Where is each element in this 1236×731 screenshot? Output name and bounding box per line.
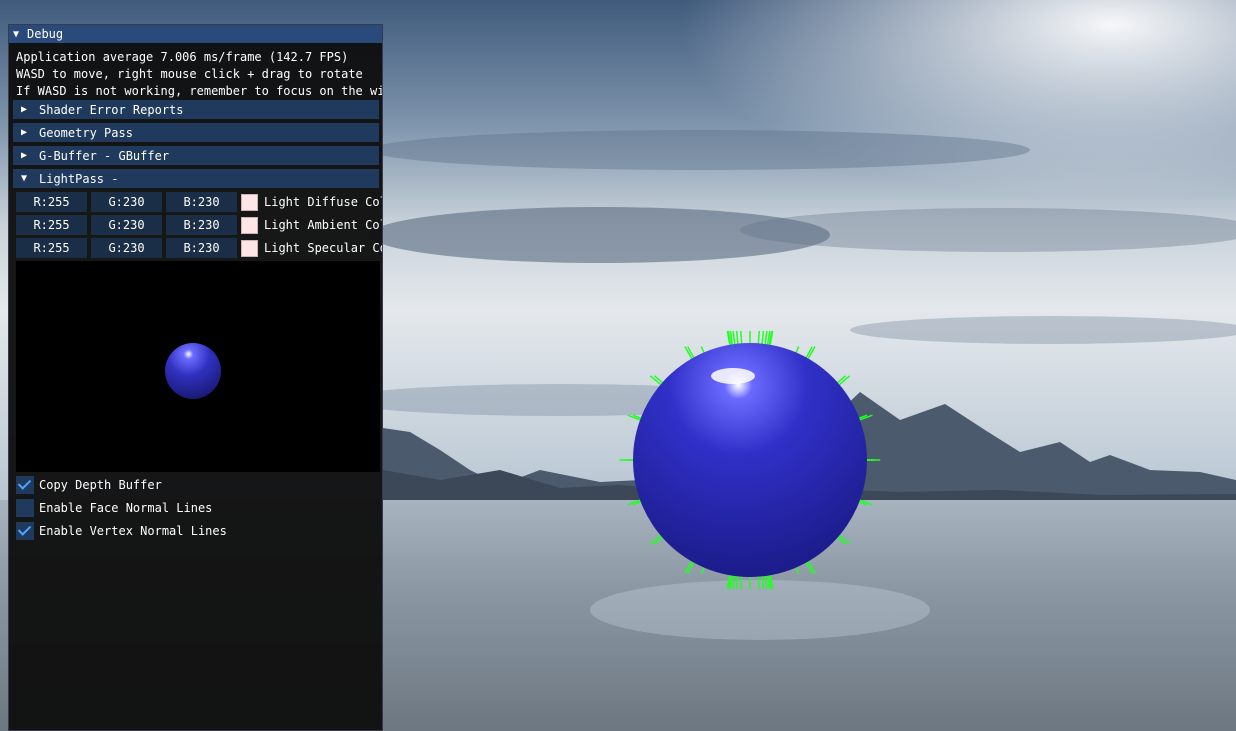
checkbox-box[interactable] <box>16 499 34 517</box>
copy-depth-buffer-checkbox[interactable]: Copy Depth Buffer <box>16 475 382 495</box>
light-ambient-color-row: R:255 G:230 B:230 Light Ambient Color <box>16 215 382 235</box>
focus-hint-text: If WASD is not working, remember to focu… <box>16 84 382 98</box>
light-specular-color-row: R:255 G:230 B:230 Light Specular Color <box>16 238 382 258</box>
checkmark-icon[interactable] <box>16 476 34 494</box>
collapse-arrow-icon[interactable]: ▼ <box>13 29 27 40</box>
color-swatch[interactable] <box>241 193 258 211</box>
header-shader-error-reports[interactable]: ▶ Shader Error Reports <box>13 100 379 119</box>
color-swatch[interactable] <box>241 216 258 234</box>
enable-vertex-normal-lines-checkbox[interactable]: Enable Vertex Normal Lines <box>16 521 382 541</box>
color-label: Light Ambient Color <box>264 218 382 232</box>
red-channel-field[interactable]: R:255 <box>16 215 87 235</box>
expand-arrow-icon: ▶ <box>21 104 28 115</box>
header-geometry-pass[interactable]: ▶ Geometry Pass <box>13 123 379 142</box>
checkbox-label: Copy Depth Buffer <box>39 478 162 492</box>
red-channel-field[interactable]: R:255 <box>16 238 87 258</box>
green-channel-field[interactable]: G:230 <box>91 215 162 235</box>
enable-face-normal-lines-checkbox[interactable]: Enable Face Normal Lines <box>16 498 382 518</box>
window-title: Debug <box>27 27 64 41</box>
header-lightpass[interactable]: ▼ LightPass - <box>13 169 379 188</box>
color-label: Light Specular Color <box>264 241 382 255</box>
debug-window[interactable]: ▼ Debug Application average 7.006 ms/fra… <box>8 24 383 731</box>
blue-channel-field[interactable]: B:230 <box>166 192 237 212</box>
debug-title-bar[interactable]: ▼ Debug <box>9 25 382 43</box>
controls-text: WASD to move, right mouse click + drag t… <box>16 67 363 81</box>
blue-channel-field[interactable]: B:230 <box>166 238 237 258</box>
collapse-arrow-icon: ▼ <box>21 173 28 184</box>
lightpass-preview-image <box>16 261 380 472</box>
blue-channel-field[interactable]: B:230 <box>166 215 237 235</box>
color-swatch[interactable] <box>241 239 258 257</box>
fps-text: Application average 7.006 ms/frame (142.… <box>16 50 349 64</box>
header-label: Shader Error Reports <box>39 102 184 117</box>
expand-arrow-icon: ▶ <box>21 127 28 138</box>
red-channel-field[interactable]: R:255 <box>16 192 87 212</box>
green-channel-field[interactable]: G:230 <box>91 238 162 258</box>
color-label: Light Diffuse Color <box>264 195 382 209</box>
header-g-buffer[interactable]: ▶ G-Buffer - GBuffer <box>13 146 379 165</box>
green-channel-field[interactable]: G:230 <box>91 192 162 212</box>
header-label: G-Buffer - GBuffer <box>39 148 170 163</box>
header-label: Geometry Pass <box>39 125 133 140</box>
checkbox-label: Enable Vertex Normal Lines <box>39 524 227 538</box>
expand-arrow-icon: ▶ <box>21 150 28 161</box>
header-label: LightPass - <box>39 171 119 186</box>
light-diffuse-color-row: R:255 G:230 B:230 Light Diffuse Color <box>16 192 382 212</box>
checkbox-label: Enable Face Normal Lines <box>39 501 213 515</box>
checkmark-icon[interactable] <box>16 522 34 540</box>
